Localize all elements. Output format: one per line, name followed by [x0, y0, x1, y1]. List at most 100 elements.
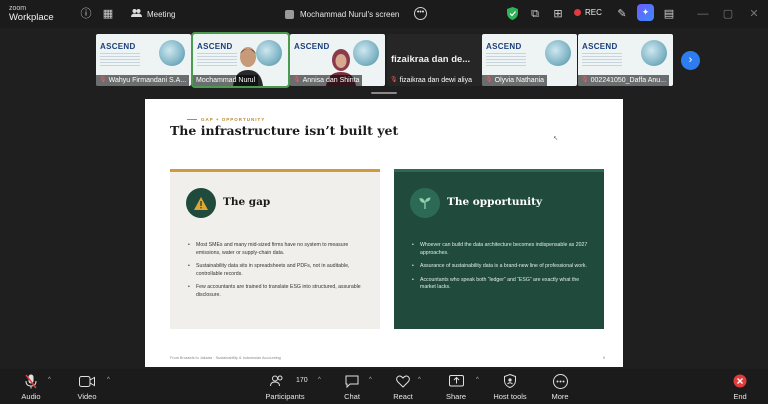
video-button[interactable]: Video: [60, 373, 114, 401]
react-label: React: [393, 392, 413, 401]
participant-thumb-active-speaker[interactable]: ASCEND Mochammad Nurul: [191, 32, 290, 88]
chat-bubble-icon: [345, 375, 359, 388]
participant-name: Olyvia Nathania: [494, 77, 545, 84]
meeting-menu[interactable]: Meeting: [131, 6, 175, 22]
zoom-app-window: zoom Workplace ⓘ ▦ Meeting Mochammad Nur…: [0, 0, 768, 404]
sprout-icon: [419, 197, 431, 209]
host-tools-label: Host tools: [493, 392, 527, 401]
host-tools-button[interactable]: Host tools: [483, 373, 537, 401]
globe-image: [545, 40, 571, 66]
recording-indicator[interactable]: REC: [574, 8, 602, 17]
minimize-icon[interactable]: —: [696, 7, 710, 21]
thumb-slide-title: ASCEND: [197, 42, 233, 51]
people-icon: [131, 8, 142, 20]
annotate-pencil-icon[interactable]: ✎: [615, 7, 629, 21]
view-options-icon[interactable]: •••: [414, 7, 427, 20]
participant-name-tag: 🎙 Annisa dan Shinta: [290, 75, 363, 86]
shared-screen-slide: GAP + OPPORTUNITY The infrastructure isn…: [145, 99, 623, 367]
rec-label: REC: [585, 8, 602, 17]
participants-label: Participants: [265, 392, 305, 401]
share-button[interactable]: Share: [429, 373, 483, 401]
thumb-slide-title: ASCEND: [100, 42, 136, 51]
participant-name-tag: 🎙 002241050_Daffa Anu...: [578, 75, 670, 86]
screen-share-indicator[interactable]: Mochammad Nurul's screen: [285, 5, 435, 23]
chat-options-chevron-icon[interactable]: ^: [369, 377, 372, 383]
maximize-icon[interactable]: ▢: [721, 7, 735, 21]
gap-bullet-list: Most SMEs and many mid-sized firms have …: [188, 242, 368, 305]
slide-page-number: 5: [602, 356, 605, 360]
brand-workplace-text: Workplace: [9, 12, 54, 23]
record-dot-icon: [574, 9, 581, 16]
next-page-chevron-icon[interactable]: ›: [681, 51, 700, 70]
list-item: Whoever can build the data architecture …: [412, 242, 592, 257]
react-options-chevron-icon[interactable]: ^: [418, 377, 421, 383]
warning-icon: [194, 196, 208, 210]
list-item: Accountants who speak both “ledger” and …: [412, 277, 592, 292]
list-item: Sustainability data sits in spreadsheets…: [188, 263, 368, 278]
share-options-chevron-icon[interactable]: ^: [476, 377, 479, 383]
participant-thumb[interactable]: ASCEND 🎙 Olyvia Nathania: [482, 34, 577, 86]
participant-thumb[interactable]: ASCEND 🎙 Annisa dan Shinta: [290, 34, 385, 86]
participant-thumb[interactable]: ASCEND 🎙 Wahyu Firmandani S.A...: [96, 34, 191, 86]
more-button[interactable]: More: [533, 373, 587, 401]
mic-muted-icon: 🎙: [485, 77, 493, 83]
gap-card-title: The gap: [223, 196, 271, 208]
thumb-slide-lines: [197, 53, 237, 67]
video-options-chevron-icon[interactable]: ^: [107, 377, 110, 383]
thumb-slide-title: ASCEND: [582, 42, 618, 51]
mic-muted-icon: 🎙: [581, 77, 589, 83]
list-item: Assurance of sustainability data is a br…: [412, 263, 592, 271]
react-button[interactable]: React: [376, 373, 430, 401]
more-label: More: [551, 392, 569, 401]
audio-options-chevron-icon[interactable]: ^: [48, 377, 51, 383]
list-item: Most SMEs and many mid-sized firms have …: [188, 242, 368, 257]
thumb-slide-lines: [100, 53, 140, 67]
slide-title: The infrastructure isn’t built yet: [170, 123, 399, 138]
participants-options-chevron-icon[interactable]: ^: [318, 377, 321, 383]
gap-card: The gap Most SMEs and many mid-sized fir…: [170, 169, 380, 329]
host-shield-icon: [504, 374, 516, 388]
brand-zoom-text: zoom: [9, 5, 27, 12]
end-close-icon: [733, 374, 747, 388]
top-bar: zoom Workplace ⓘ ▦ Meeting Mochammad Nur…: [0, 0, 768, 28]
captions-icon[interactable]: ⧉: [528, 7, 542, 21]
audio-label: Audio: [21, 392, 41, 401]
close-icon[interactable]: ✕: [747, 7, 761, 21]
globe-image: [641, 40, 667, 66]
grid-icon[interactable]: ▦: [101, 7, 115, 21]
globe-image: [353, 40, 379, 66]
participant-name: Annisa dan Shinta: [302, 77, 360, 84]
participant-name: Wahyu Firmandani S.A...: [108, 77, 187, 84]
mouse-cursor-icon: ↖: [553, 136, 559, 142]
participants-count: 170: [296, 377, 308, 384]
participant-display-name-large: fizaikraa dan de...: [391, 54, 471, 65]
chat-label: Chat: [344, 392, 360, 401]
list-item: Few accountants are trained to translate…: [188, 284, 368, 299]
apps-icon[interactable]: ⊞: [551, 7, 565, 21]
eyebrow-text: GAP + OPPORTUNITY: [201, 117, 266, 122]
more-dots-icon: [552, 373, 568, 389]
participant-name: 002241050_Daffa Anu...: [590, 77, 667, 84]
sprout-badge: [410, 188, 440, 218]
warning-badge: [186, 188, 216, 218]
strip-resize-handle[interactable]: [371, 92, 397, 94]
participant-thumb[interactable]: fizaikraa dan de... 🎙 fizaikraa dan dewi…: [387, 34, 482, 86]
ai-companion-icon[interactable]: ✦: [637, 4, 654, 21]
participants-icon: [270, 375, 283, 387]
opportunity-bullet-list: Whoever can build the data architecture …: [412, 242, 592, 298]
whiteboard-icon[interactable]: ▤: [662, 7, 676, 21]
participant-thumb[interactable]: ASCEND 🎙 002241050_Daffa Anu...: [578, 34, 673, 86]
globe-image: [159, 40, 185, 66]
meeting-controls-toolbar: Audio ^ Video ^ Participants 170 ^ Chat …: [0, 369, 768, 404]
participant-name: Mochammad Nurul: [196, 77, 256, 84]
mic-muted-icon: 🎙: [293, 77, 301, 83]
end-meeting-button[interactable]: End: [713, 373, 767, 401]
info-icon[interactable]: ⓘ: [79, 7, 93, 21]
video-camera-icon: [79, 375, 95, 387]
security-shield-icon[interactable]: [507, 7, 518, 20]
slide-eyebrow: GAP + OPPORTUNITY: [187, 117, 265, 122]
share-screen-icon: [448, 374, 464, 386]
mic-muted-icon: 🎙: [99, 77, 107, 83]
opportunity-card-title: The opportunity: [447, 196, 543, 208]
participant-name: fizaikraa dan dewi aliya: [399, 77, 472, 84]
